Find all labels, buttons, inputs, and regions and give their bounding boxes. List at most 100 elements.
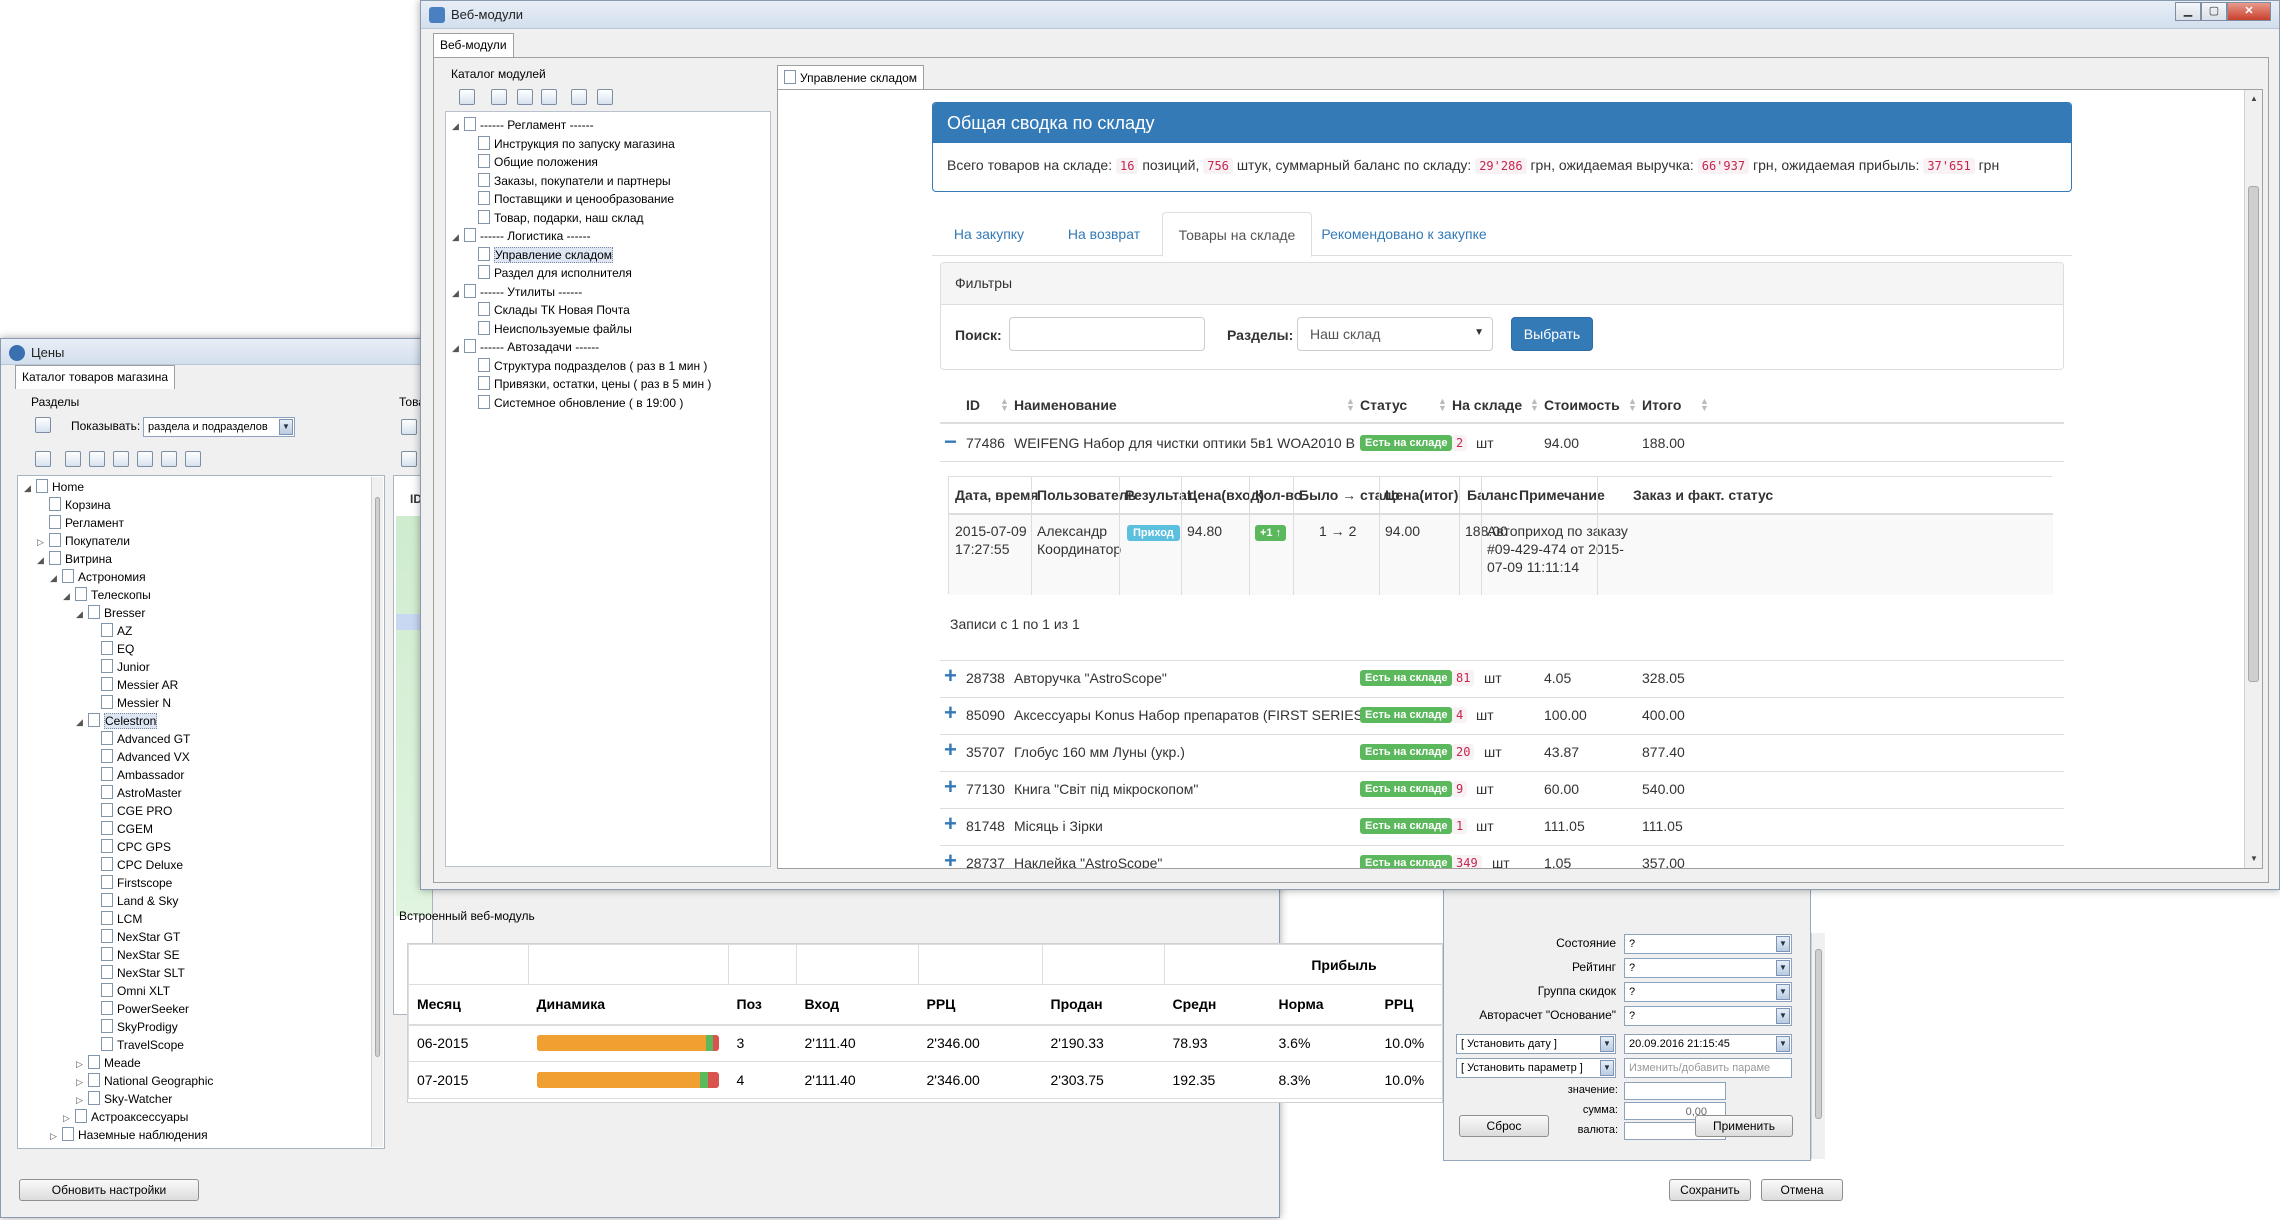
sort-icon[interactable]	[185, 451, 201, 467]
content-scrollbar[interactable]: ▲ ▼	[2244, 90, 2262, 868]
tree-item[interactable]: NexStar SLT	[89, 964, 185, 982]
nav-tab[interactable]: На закупку	[932, 212, 1046, 257]
tree-item[interactable]: Ambassador	[89, 766, 184, 784]
set-param-input[interactable]: Изменить/добавить параме	[1624, 1058, 1792, 1078]
move-icon[interactable]	[161, 451, 177, 467]
tree-item[interactable]: CPC GPS	[89, 838, 171, 856]
props-scrollbar[interactable]	[1811, 933, 1825, 1159]
sort-icon[interactable]: ▲ ▼	[1000, 397, 1009, 413]
expand-toggle-icon[interactable]: ▷	[76, 1073, 86, 1091]
tree-item[interactable]: ◢ Celestron	[76, 712, 158, 731]
expand-toggle-icon[interactable]: ▷	[63, 1109, 73, 1127]
tree-item[interactable]: ◢ Home	[24, 478, 84, 496]
tree-item[interactable]: SkyProdigy	[89, 1018, 178, 1036]
column-header[interactable]: Итого	[1642, 397, 1681, 413]
tree-item[interactable]: PowerSeeker	[89, 1000, 189, 1018]
tree-item[interactable]: NexStar GT	[89, 928, 180, 946]
tree-item[interactable]: Firstscope	[89, 874, 172, 892]
expand-icon[interactable]: +	[944, 848, 957, 868]
tab-warehouse[interactable]: Управление складом	[777, 65, 925, 89]
tree-item[interactable]: ◢ Витрина	[37, 550, 112, 568]
copy-icon[interactable]	[113, 451, 129, 467]
expand-toggle-icon[interactable]: ◢	[24, 479, 34, 497]
tree-item[interactable]: Land & Sky	[89, 892, 178, 910]
table-row[interactable]: +77130 Книга "Світ під мікроскопом" Есть н…	[940, 771, 2064, 808]
tree-item[interactable]: ▷ Sky-Watcher	[76, 1090, 172, 1108]
tree-item[interactable]: ▷ Покупатели	[37, 532, 130, 550]
tree-item[interactable]: Junior	[89, 658, 150, 676]
prop-select[interactable]: ? ▼	[1624, 982, 1792, 1002]
goods-tool2-icon[interactable]	[401, 451, 417, 467]
module-refresh-icon[interactable]	[597, 89, 613, 105]
tree-item[interactable]: ▷ National Geographic	[76, 1072, 213, 1090]
column-header[interactable]: Статус	[1360, 397, 1407, 413]
tree-item[interactable]: ▷ Наземные наблюдения	[50, 1126, 208, 1144]
module-tree-item[interactable]: Структура подразделов ( раз в 1 мин )	[478, 357, 707, 375]
tree-item[interactable]: ▷ Meade	[76, 1054, 141, 1072]
module-tree-item[interactable]: Системное обновление ( в 19:00 )	[478, 394, 683, 412]
prop-select[interactable]: ? ▼	[1624, 934, 1792, 954]
tree-item[interactable]: EQ	[89, 640, 134, 658]
reset-button[interactable]: Сброс	[1459, 1115, 1549, 1137]
module-tree-item[interactable]: Привязки, остатки, цены ( раз в 5 мин )	[478, 375, 711, 393]
set-date-select[interactable]: [ Установить дату ] ▼	[1456, 1034, 1616, 1054]
scroll-thumb[interactable]	[375, 497, 380, 1057]
module-tree-item[interactable]: Инструкция по запуску магазина	[478, 135, 675, 153]
tree-item[interactable]: LCM	[89, 910, 142, 928]
module-edit-icon[interactable]	[541, 89, 557, 105]
tree-item[interactable]: TravelScope	[89, 1036, 184, 1054]
column-header[interactable]: На складе	[1452, 397, 1522, 413]
module-tree-item[interactable]: Управление складом	[478, 246, 614, 264]
web-modules-titlebar[interactable]: Веб-модули ▁ ▢ ✕	[421, 1, 2279, 29]
column-header[interactable]: Стоимость	[1544, 397, 1620, 413]
table-row[interactable]: +28738 Авторучка "AstroScope" Есть на скла…	[940, 660, 2064, 697]
tree-item[interactable]: Omni XLT	[89, 982, 170, 1000]
table-row[interactable]: +28737 Наклейка "AstroScope" Есть на склад…	[940, 845, 2064, 868]
add-icon[interactable]	[65, 451, 81, 467]
sort-icon[interactable]: ▲ ▼	[1530, 397, 1539, 413]
module-add-icon[interactable]	[491, 89, 507, 105]
tree-item[interactable]: CPC Deluxe	[89, 856, 183, 874]
scroll-thumb[interactable]	[2248, 186, 2259, 682]
expand-toggle-icon[interactable]: ◢	[63, 587, 73, 605]
column-header[interactable]: ID	[966, 397, 980, 413]
tree-item[interactable]: Корзина	[37, 496, 111, 514]
expand-icon[interactable]: +	[944, 811, 957, 837]
expand-toggle-icon[interactable]: ◢	[50, 569, 60, 587]
tree-item[interactable]: Messier AR	[89, 676, 178, 694]
module-tree-item[interactable]: Склады ТК Новая Почта	[478, 301, 630, 319]
scroll-thumb[interactable]	[1815, 949, 1822, 1119]
tree-item[interactable]: ◢ Астрономия	[50, 568, 146, 586]
module-new-icon[interactable]	[459, 89, 475, 105]
sort-icon[interactable]: ▲ ▼	[1346, 397, 1355, 413]
value-input[interactable]	[1624, 1082, 1726, 1100]
tree-item[interactable]: NexStar SE	[89, 946, 180, 964]
collapse-icon[interactable]: −	[944, 429, 957, 455]
column-header[interactable]: Наименование	[1014, 397, 1117, 413]
expand-toggle-icon[interactable]: ▷	[37, 533, 47, 551]
tree-item[interactable]: CGE PRO	[89, 802, 172, 820]
set-param-select[interactable]: [ Установить параметр ] ▼	[1456, 1058, 1616, 1078]
tree-item[interactable]: Advanced GT	[89, 730, 190, 748]
module-tree-item[interactable]: Раздел для исполнителя	[478, 264, 632, 282]
scroll-down-icon[interactable]: ▼	[2245, 850, 2262, 868]
tree-item[interactable]: AstroMaster	[89, 784, 182, 802]
sort-icon[interactable]: ▲ ▼	[1438, 397, 1447, 413]
expand-icon[interactable]: +	[944, 663, 957, 689]
section-select[interactable]: Наш склад ▼	[1297, 317, 1493, 351]
expand-toggle-icon[interactable]: ◢	[452, 339, 462, 357]
update-settings-button[interactable]: Обновить настройки	[19, 1179, 199, 1201]
sections-tool-icon[interactable]	[35, 417, 51, 433]
add-child-icon[interactable]	[89, 451, 105, 467]
nav-tab[interactable]: Рекомендовано к закупке	[1314, 212, 1494, 257]
maximize-icon[interactable]: ▢	[2201, 2, 2227, 21]
module-tree-item[interactable]: Общие положения	[478, 153, 598, 171]
expand-toggle-icon[interactable]: ◢	[76, 713, 86, 731]
tree-item[interactable]: ◢ Телескопы	[63, 586, 151, 604]
cancel-button[interactable]: Отмена	[1761, 1179, 1843, 1201]
tree-item[interactable]: Advanced VX	[89, 748, 190, 766]
apply-button[interactable]: Применить	[1695, 1115, 1793, 1137]
expand-toggle-icon[interactable]: ◢	[37, 551, 47, 569]
prop-select[interactable]: ? ▼	[1624, 958, 1792, 978]
tree-item[interactable]: AZ	[89, 622, 132, 640]
